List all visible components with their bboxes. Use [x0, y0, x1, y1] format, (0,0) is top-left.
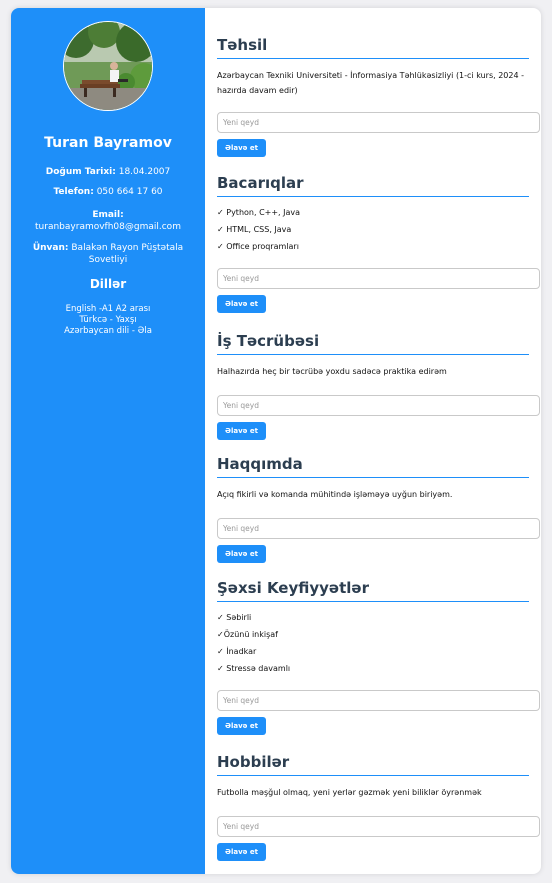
email-value: turanbayramovfh08@gmail.com: [35, 222, 181, 232]
hobbies-text: Futbolla məşğul olmaq, yeni yerlər gəzmə…: [217, 788, 482, 797]
section-title: Təhsil: [217, 36, 529, 59]
section-skills: Bacarıqlar ✓ Python, C++, Java ✓ HTML, C…: [217, 174, 540, 313]
languages-list: English -A1 A2 arası Türkcə - Yaxşı Azər…: [11, 304, 205, 337]
address-label: Ünvan:: [32, 243, 69, 253]
section-title: Şəxsi Keyfiyyətlər: [217, 579, 529, 602]
section-title: Bacarıqlar: [217, 174, 529, 197]
phone-label: Telefon:: [53, 187, 94, 197]
skill-item: ✓ Office proqramları: [217, 242, 299, 251]
quality-item: ✓ Səbirli: [217, 613, 252, 622]
email-label: Email:: [92, 210, 124, 220]
dob-value: 18.04.2007: [118, 167, 171, 177]
profile-photo: [64, 22, 152, 110]
language-item: Türkcə - Yaxşı: [79, 315, 137, 325]
skills-list: ✓ Python, C++, Java ✓ HTML, CSS, Java ✓ …: [217, 204, 529, 255]
section-title: İş Təcrübəsi: [217, 332, 529, 355]
profile-name: Turan Bayramov: [44, 135, 172, 151]
section-hobbies: Hobbilər Futbolla məşğul olmaq, yeni yer…: [217, 753, 540, 861]
quality-item: ✓ İnadkar: [217, 647, 257, 656]
quality-item: ✓Özünü inkişaf: [217, 630, 278, 639]
language-item: English -A1 A2 arası: [65, 304, 151, 314]
skills-add-button[interactable]: Əlavə et: [217, 295, 266, 313]
about-text: Açıq fikirli və komanda mühitində işləmə…: [217, 490, 453, 499]
section-experience: İş Təcrübəsi Halhazırda heç bir təcrübə …: [217, 332, 540, 440]
hobbies-add-button[interactable]: Əlavə et: [217, 843, 266, 861]
experience-note-input[interactable]: [217, 395, 540, 416]
education-add-button[interactable]: Əlavə et: [217, 139, 266, 157]
hobbies-note-input[interactable]: [217, 816, 540, 837]
language-item: Azərbaycan dili - Əla: [64, 326, 152, 336]
section-education: Təhsil Azərbaycan Texniki Universiteti -…: [217, 36, 540, 157]
sidebar: Turan Bayramov Doğum Tarixi: 18.04.2007 …: [11, 8, 205, 874]
experience-add-button[interactable]: Əlavə et: [217, 422, 266, 440]
qualities-add-button[interactable]: Əlavə et: [217, 717, 266, 735]
section-qualities: Şəxsi Keyfiyyətlər ✓ Səbirli ✓Özünü inki…: [217, 579, 540, 735]
dob-row: Doğum Tarixi: 18.04.2007: [21, 166, 195, 178]
skill-item: ✓ HTML, CSS, Java: [217, 225, 292, 234]
phone-row: Telefon: 050 664 17 60: [21, 186, 195, 198]
quality-item: ✓ Stressə davamlı: [217, 664, 291, 673]
education-text: Azərbaycan Texniki Universiteti - İnform…: [217, 71, 524, 95]
avatar: [63, 21, 153, 111]
skills-note-input[interactable]: [217, 268, 540, 289]
qualities-list: ✓ Səbirli ✓Özünü inkişaf ✓ İnadkar ✓ Str…: [217, 609, 529, 677]
about-add-button[interactable]: Əlavə et: [217, 545, 266, 563]
section-about: Haqqımda Açıq fikirli və komanda mühitin…: [217, 455, 540, 563]
about-note-input[interactable]: [217, 518, 540, 539]
address-row: Ünvan: Balakən Rayon Püştətala Sovetliyi: [31, 242, 185, 266]
education-note-input[interactable]: [217, 112, 540, 133]
dob-label: Doğum Tarixi:: [45, 167, 116, 177]
section-title: Haqqımda: [217, 455, 529, 478]
address-value: Balakən Rayon Püştətala Sovetliyi: [71, 243, 184, 265]
experience-text: Halhazırda heç bir təcrübə yoxdu sadəcə …: [217, 367, 447, 376]
cv-card: Turan Bayramov Doğum Tarixi: 18.04.2007 …: [11, 8, 541, 874]
skill-item: ✓ Python, C++, Java: [217, 208, 301, 217]
languages-title: Dillər: [89, 277, 127, 291]
section-title: Hobbilər: [217, 753, 529, 776]
email-row: Email: turanbayramovfh08@gmail.com: [21, 209, 195, 233]
phone-value: 050 664 17 60: [96, 187, 163, 197]
qualities-note-input[interactable]: [217, 690, 540, 711]
